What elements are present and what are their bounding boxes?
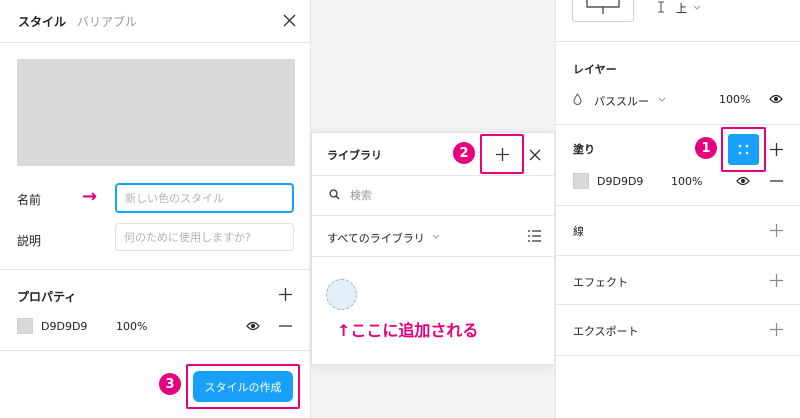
layer-opacity[interactable]: 100% — [719, 93, 750, 106]
divider — [556, 304, 800, 305]
properties-title: プロパティ — [17, 290, 77, 304]
search-icon — [329, 189, 340, 200]
blend-mode-select[interactable]: パススルー — [594, 93, 649, 109]
tab-variable[interactable]: バリアブル — [77, 13, 137, 30]
name-label: 名前 — [17, 193, 42, 207]
fill-hex[interactable]: D9D9D9 — [597, 175, 643, 188]
tab-style[interactable]: スタイル — [18, 13, 66, 30]
fill-title: 塗り — [573, 143, 595, 156]
eye-icon[interactable] — [246, 321, 260, 331]
add-effect-icon[interactable] — [770, 274, 783, 287]
divider — [312, 175, 554, 176]
library-title: ライブラリ — [327, 149, 382, 162]
add-library-icon[interactable] — [496, 148, 509, 161]
description-input[interactable]: 何のために使用しますか? — [115, 223, 294, 251]
effects-title: エフェクト — [573, 276, 628, 289]
step-badge-3: 3 — [159, 373, 181, 395]
constraint-icon — [586, 0, 620, 14]
library-panel: ライブラリ 2 検索 すべてのライブラリ ↑ここに追加される — [311, 132, 555, 365]
chevron-down-icon[interactable] — [693, 5, 701, 10]
fill-hex[interactable]: D9D9D9 — [41, 320, 87, 333]
chevron-down-icon[interactable] — [432, 234, 440, 239]
create-style-button[interactable]: スタイルの作成 — [193, 371, 293, 402]
close-icon[interactable] — [283, 14, 296, 27]
layer-title: レイヤー — [573, 63, 617, 76]
stroke-title: 線 — [573, 225, 584, 238]
eye-icon[interactable] — [736, 176, 750, 186]
arrow-annotation: → — [82, 186, 98, 207]
add-property-icon[interactable] — [279, 288, 292, 301]
style-panel: スタイル バリアブル 名前 → 新しい色のスタイル 説明 何のために使用しますか… — [0, 0, 311, 418]
all-libraries-dropdown[interactable]: すべてのライブラリ — [327, 230, 425, 246]
style-grid-icon — [738, 144, 749, 155]
properties-panel: 上 レイヤー パススルー 100% 塗り 1 D9D9D9 100% 線 エフェ… — [555, 0, 800, 418]
remove-fill-icon[interactable] — [770, 180, 783, 182]
step-badge-2: 2 — [453, 142, 475, 164]
library-search-input[interactable]: 検索 — [350, 187, 372, 203]
vertical-constraint-icon — [658, 1, 664, 13]
add-stroke-icon[interactable] — [770, 224, 783, 237]
divider — [0, 42, 311, 43]
divider — [556, 41, 800, 42]
divider — [556, 255, 800, 256]
fill-opacity[interactable]: 100% — [116, 320, 147, 333]
step-badge-1: 1 — [695, 137, 717, 159]
divider — [0, 350, 311, 351]
description-label: 説明 — [17, 234, 42, 248]
fill-swatch[interactable] — [573, 173, 589, 189]
list-view-icon[interactable] — [528, 230, 541, 242]
name-input[interactable]: 新しい色のスタイル — [115, 183, 294, 213]
fill-opacity[interactable]: 100% — [671, 175, 702, 188]
drop-icon — [573, 93, 582, 105]
close-library-icon[interactable] — [529, 149, 541, 161]
new-style-placeholder — [326, 279, 357, 310]
add-fill-icon[interactable] — [770, 143, 783, 156]
added-here-annotation: ↑ここに追加される — [337, 321, 479, 340]
divider — [312, 215, 554, 216]
divider — [0, 269, 311, 270]
add-export-icon[interactable] — [770, 323, 783, 336]
fill-swatch[interactable] — [17, 318, 33, 334]
divider — [556, 355, 800, 356]
divider — [556, 124, 800, 125]
export-title: エクスポート — [573, 325, 639, 338]
chevron-down-icon[interactable] — [658, 97, 666, 102]
eye-icon[interactable] — [769, 94, 783, 104]
top-constraint-select[interactable]: 上 — [676, 0, 687, 16]
style-preview — [17, 59, 295, 166]
divider — [556, 205, 800, 206]
remove-fill-icon[interactable] — [279, 325, 292, 327]
divider — [312, 256, 554, 257]
